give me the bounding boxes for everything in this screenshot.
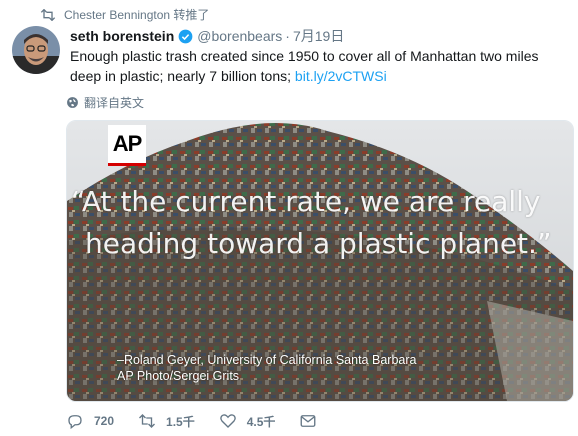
like-count: 4.5千 <box>246 414 276 429</box>
reply-count: 720 <box>94 414 115 428</box>
translate-tweet[interactable]: 翻译自英文 <box>66 94 144 111</box>
tweet-media-image[interactable]: AP “At the current rate, we are really h… <box>66 120 574 402</box>
translate-label: 翻译自英文 <box>84 96 145 110</box>
heart-icon <box>219 414 236 428</box>
author-handle[interactable]: @borenbears <box>197 28 282 44</box>
retweet-button[interactable]: 1.5千 <box>138 412 195 430</box>
ap-logo-text: AP <box>112 131 143 156</box>
direct-message-button[interactable] <box>299 412 327 430</box>
like-button[interactable]: 4.5千 <box>219 412 276 430</box>
retweet-count: 1.5千 <box>166 414 195 429</box>
tweet-text: Enough plastic trash created since 1950 … <box>70 46 566 86</box>
image-quote: “At the current rate, we are really head… <box>67 181 573 265</box>
quote-line-2: heading toward a plastic planet.” <box>85 227 552 260</box>
tweet-timestamp[interactable]: 7月19日 <box>293 26 344 46</box>
credit-line-1: –Roland Geyer, University of California … <box>117 353 417 367</box>
avatar[interactable] <box>12 26 60 74</box>
retweet-icon <box>40 8 56 21</box>
globe-icon <box>67 97 78 108</box>
retweet-context: Chester Bennington 转推了 <box>40 6 209 23</box>
tweet-link[interactable]: bit.ly/2vCTWSi <box>295 68 387 84</box>
tweet-actions: 720 1.5千 4.5千 <box>66 412 351 430</box>
tweet-header: seth borenstein @borenbears · 7月19日 <box>70 26 344 46</box>
ap-logo: AP <box>108 125 146 166</box>
author-name[interactable]: seth borenstein <box>70 28 174 44</box>
quote-line-1: “At the current rate, we are really <box>71 185 541 218</box>
verified-badge-icon <box>178 29 193 43</box>
image-credit: –Roland Geyer, University of California … <box>117 352 416 384</box>
retweet-icon <box>139 414 156 428</box>
separator: · <box>285 28 290 44</box>
mail-icon <box>300 415 316 427</box>
reply-button[interactable]: 720 <box>66 412 114 430</box>
retweet-context-label[interactable]: Chester Bennington 转推了 <box>64 6 209 23</box>
reply-icon <box>68 415 82 430</box>
credit-line-2: AP Photo/Sergei Grits <box>117 369 240 383</box>
